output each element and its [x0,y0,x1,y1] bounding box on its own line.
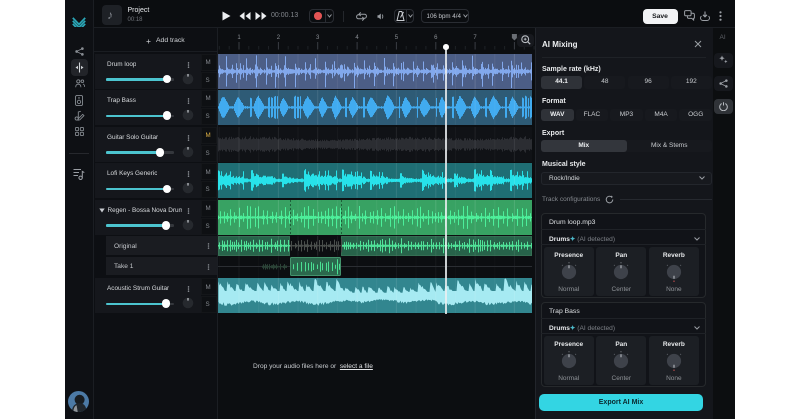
svg-text:7: 7 [473,35,477,41]
svg-text:6: 6 [434,35,438,41]
svg-text:4: 4 [355,35,359,41]
svg-text:1: 1 [237,35,241,41]
svg-text:3: 3 [316,35,320,41]
svg-text:2: 2 [276,35,280,41]
svg-text:5: 5 [394,35,398,41]
